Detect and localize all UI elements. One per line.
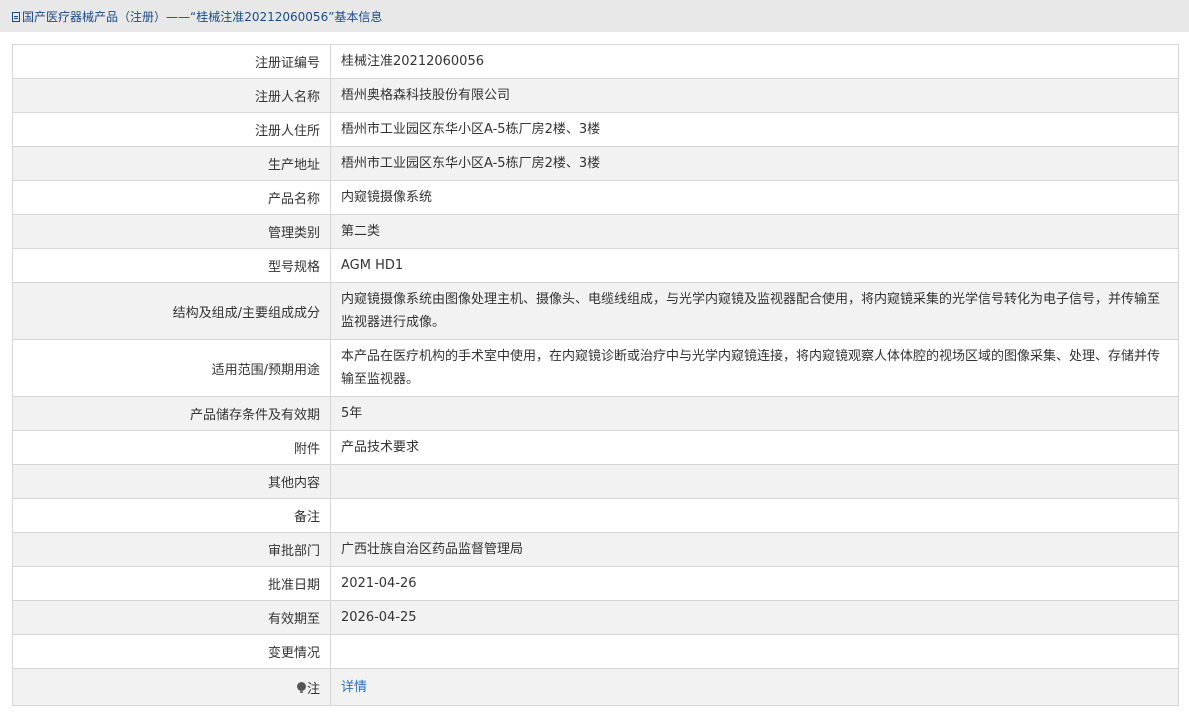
row-value-registrant-name: 梧州奥格森科技股份有限公司: [330, 78, 1179, 113]
table-row: 生产地址 梧州市工业园区东华小区A-5栋厂房2楼、3楼: [12, 146, 1179, 181]
table-row: 批准日期 2021-04-26: [12, 566, 1179, 601]
row-value-intended-use: 本产品在医疗机构的手术室中使用，在内窥镜诊断或治疗中与光学内窥镜连接，将内窥镜观…: [330, 339, 1179, 397]
note-label: 注: [306, 681, 320, 697]
row-label-registrant-address: 注册人住所: [12, 112, 331, 147]
table-row: 产品储存条件及有效期 5年: [12, 396, 1179, 431]
note-value-cell: 详情: [330, 668, 1179, 706]
row-value-approval-department: 广西壮族自治区药品监督管理局: [330, 532, 1179, 567]
row-label-model-spec: 型号规格: [12, 248, 331, 283]
document-icon: [12, 12, 20, 22]
product-info-table: 注册证编号 桂械注准20212060056 注册人名称 梧州奥格森科技股份有限公…: [12, 44, 1179, 706]
row-label-product-name: 产品名称: [12, 180, 331, 215]
table-row: 审批部门 广西壮族自治区药品监督管理局: [12, 532, 1179, 567]
row-value-attachment: 产品技术要求: [330, 430, 1179, 465]
table-row: 变更情况: [12, 634, 1179, 669]
row-value-management-category: 第二类: [330, 214, 1179, 249]
table-row: 其他内容: [12, 464, 1179, 499]
row-label-production-address: 生产地址: [12, 146, 331, 181]
note-label-cell: 注: [12, 668, 331, 706]
row-value-structure-composition: 内窥镜摄像系统由图像处理主机、摄像头、电缆线组成，与光学内窥镜及监视器配合使用，…: [330, 282, 1179, 340]
breadcrumb-text: 国产医疗器械产品（注册）——“桂械注准20212060056”基本信息: [22, 10, 383, 24]
table-row: 型号规格 AGM HD1: [12, 248, 1179, 283]
row-label-intended-use: 适用范围/预期用途: [12, 339, 331, 397]
row-value-storage-validity: 5年: [330, 396, 1179, 431]
row-value-registration-number: 桂械注准20212060056: [330, 44, 1179, 79]
row-value-change-status: [330, 634, 1179, 669]
breadcrumb: 国产医疗器械产品（注册）——“桂械注准20212060056”基本信息: [0, 0, 1189, 32]
lightbulb-icon: [296, 681, 306, 694]
row-value-model-spec: AGM HD1: [330, 248, 1179, 283]
row-value-approval-date: 2021-04-26: [330, 566, 1179, 601]
table-row: 注册人名称 梧州奥格森科技股份有限公司: [12, 78, 1179, 113]
row-label-other-content: 其他内容: [12, 464, 331, 499]
table-row: 注 详情: [12, 668, 1179, 706]
row-label-registration-number: 注册证编号: [12, 44, 331, 79]
row-value-registrant-address: 梧州市工业园区东华小区A-5栋厂房2楼、3楼: [330, 112, 1179, 147]
row-label-change-status: 变更情况: [12, 634, 331, 669]
row-value-production-address: 梧州市工业园区东华小区A-5栋厂房2楼、3楼: [330, 146, 1179, 181]
row-label-approval-department: 审批部门: [12, 532, 331, 567]
table-row: 注册人住所 梧州市工业园区东华小区A-5栋厂房2楼、3楼: [12, 112, 1179, 147]
row-value-valid-until: 2026-04-25: [330, 600, 1179, 635]
table-row: 适用范围/预期用途 本产品在医疗机构的手术室中使用，在内窥镜诊断或治疗中与光学内…: [12, 339, 1179, 397]
table-row: 结构及组成/主要组成成分 内窥镜摄像系统由图像处理主机、摄像头、电缆线组成，与光…: [12, 282, 1179, 340]
table-row: 备注: [12, 498, 1179, 533]
row-value-other-content: [330, 464, 1179, 499]
row-label-approval-date: 批准日期: [12, 566, 331, 601]
row-label-registrant-name: 注册人名称: [12, 78, 331, 113]
row-label-structure-composition: 结构及组成/主要组成成分: [12, 282, 331, 340]
row-label-attachment: 附件: [12, 430, 331, 465]
row-label-valid-until: 有效期至: [12, 600, 331, 635]
row-label-storage-validity: 产品储存条件及有效期: [12, 396, 331, 431]
details-link[interactable]: 详情: [341, 680, 367, 695]
table-row: 管理类别 第二类: [12, 214, 1179, 249]
row-value-product-name: 内窥镜摄像系统: [330, 180, 1179, 215]
table-row: 有效期至 2026-04-25: [12, 600, 1179, 635]
table-row: 产品名称 内窥镜摄像系统: [12, 180, 1179, 215]
table-row: 附件 产品技术要求: [12, 430, 1179, 465]
table-row: 注册证编号 桂械注准20212060056: [12, 44, 1179, 79]
row-value-remarks: [330, 498, 1179, 533]
row-label-management-category: 管理类别: [12, 214, 331, 249]
row-label-remarks: 备注: [12, 498, 331, 533]
